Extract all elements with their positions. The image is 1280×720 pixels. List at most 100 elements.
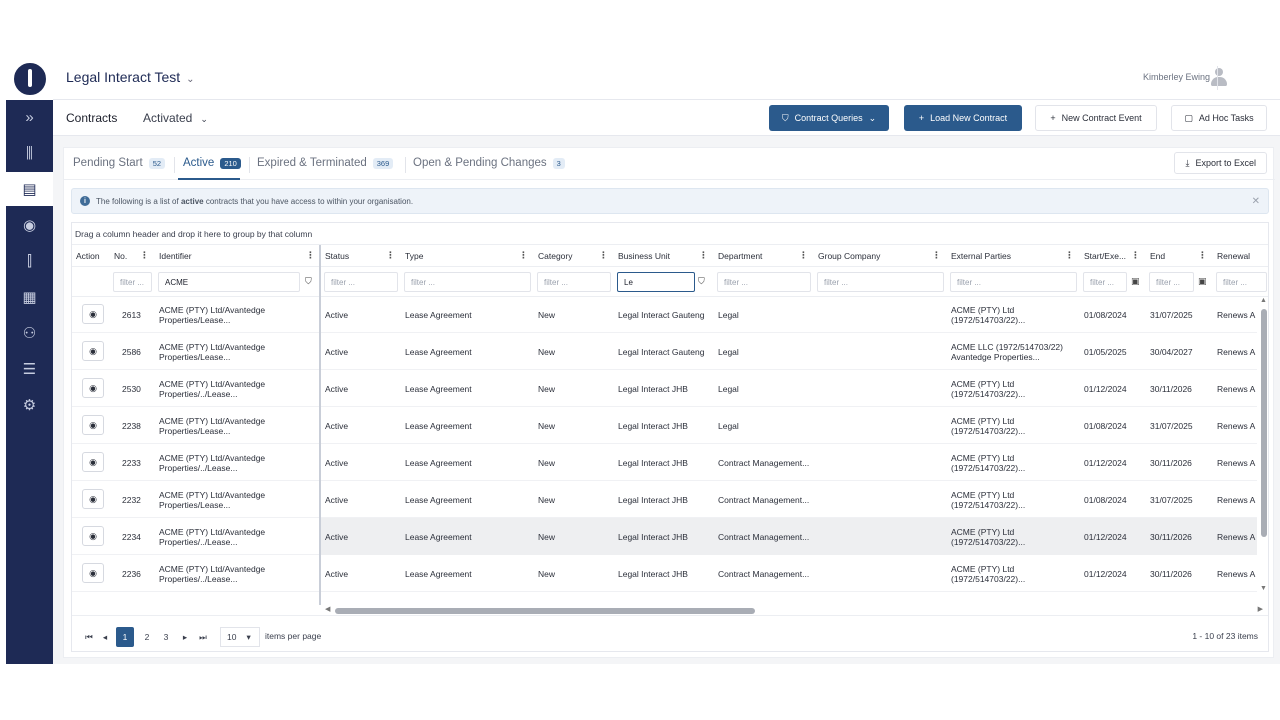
export-to-excel-button[interactable]: ⤓ Export to Excel xyxy=(1174,152,1267,174)
ad-hoc-tasks-button[interactable]: ▢ Ad Hoc Tasks xyxy=(1171,105,1267,131)
tab-pending-start[interactable]: Pending Start 52 xyxy=(73,157,166,169)
scroll-down-icon[interactable]: ▼ xyxy=(1260,585,1267,592)
column-menu-icon[interactable]: ⋮ xyxy=(932,250,941,261)
horizontal-scroll-thumb[interactable] xyxy=(335,608,755,614)
column-header-action[interactable]: Action xyxy=(72,245,110,267)
filter-input-category[interactable]: filter ... xyxy=(537,272,611,292)
filter-input-business-unit[interactable]: Le xyxy=(617,272,695,292)
scroll-left-icon[interactable]: ◀ xyxy=(325,605,330,613)
people-icon[interactable]: ⚇ xyxy=(6,316,53,350)
filter-input-start[interactable]: filter ... xyxy=(1083,272,1127,292)
list-icon[interactable]: ☰ xyxy=(6,352,53,386)
table-row[interactable]: ◉ 2232 ACME (PTY) Ltd/Avantedge Properties… xyxy=(72,481,1257,518)
view-eye-icon[interactable]: ◉ xyxy=(82,526,104,546)
column-menu-icon[interactable]: ⋮ xyxy=(699,250,708,261)
view-eye-icon[interactable]: ◉ xyxy=(82,452,104,472)
chevrons-right-icon[interactable]: » xyxy=(6,100,53,134)
filter-input-renewal[interactable]: filter ... xyxy=(1216,272,1267,292)
contract-queries-button[interactable]: ⛉ Contract Queries ⌄ xyxy=(769,105,889,131)
column-menu-icon[interactable]: ⋮ xyxy=(799,250,808,261)
table-row[interactable]: ◉ 2238 ACME (PTY) Ltd/Avantedge Properties… xyxy=(72,407,1257,444)
column-menu-icon[interactable]: ⋮ xyxy=(1131,250,1140,261)
settings-icon[interactable]: ⚙ xyxy=(6,388,53,422)
building-icon[interactable]: ⫿ xyxy=(6,244,53,278)
page-size-select[interactable]: 10 ▾ xyxy=(220,627,260,647)
column-header-renewal[interactable]: Renewal xyxy=(1213,245,1268,267)
column-header-start[interactable]: Start/Exe... ⋮ xyxy=(1080,245,1146,267)
table-row[interactable]: ◉ 2233 ACME (PTY) Ltd/Avantedge Properties… xyxy=(72,444,1257,481)
office-icon[interactable]: ▦ xyxy=(6,280,53,314)
stopwatch-icon[interactable]: ◉ xyxy=(6,208,53,242)
calendar-icon[interactable]: ▣ xyxy=(1131,276,1140,287)
cell-start: 01/12/2024 xyxy=(1084,383,1127,394)
tab-open-pending-changes[interactable]: Open & Pending Changes 3 xyxy=(413,157,565,169)
horizontal-scrollbar[interactable]: ◀ ▶ xyxy=(321,605,1263,615)
column-menu-icon[interactable]: ⋮ xyxy=(1065,250,1074,261)
column-header-status[interactable]: Status ⋮ xyxy=(321,245,401,267)
vertical-scroll-thumb[interactable] xyxy=(1261,309,1267,537)
tab-active[interactable]: Active 210 xyxy=(183,157,241,169)
filter-input-type[interactable]: filter ... xyxy=(404,272,531,292)
column-menu-icon[interactable]: ⋮ xyxy=(306,250,315,261)
view-eye-icon[interactable]: ◉ xyxy=(82,489,104,509)
column-menu-icon[interactable]: ⋮ xyxy=(519,250,528,261)
table-row[interactable]: ◉ 2234 ACME (PTY) Ltd/Avantedge Properties… xyxy=(72,518,1257,555)
column-header-identifier[interactable]: Identifier ⋮ xyxy=(155,245,321,267)
prev-page-icon[interactable]: ◂ xyxy=(96,627,114,647)
filter-input-external[interactable]: filter ... xyxy=(950,272,1077,292)
clear-filter-icon[interactable]: ⛉ xyxy=(305,276,312,287)
page-button[interactable]: 3 xyxy=(157,627,175,647)
view-eye-icon[interactable]: ◉ xyxy=(82,304,104,324)
group-by-drop-zone[interactable]: Drag a column header and drop it here to… xyxy=(72,223,1268,245)
column-header-department[interactable]: Department ⋮ xyxy=(714,245,814,267)
column-header-business-unit[interactable]: Business Unit ⋮ xyxy=(614,245,714,267)
column-header-group-company[interactable]: Group Company ⋮ xyxy=(814,245,947,267)
column-header-external[interactable]: External Parties ⋮ xyxy=(947,245,1080,267)
scroll-up-icon[interactable]: ▲ xyxy=(1260,297,1267,304)
column-header-type[interactable]: Type ⋮ xyxy=(401,245,534,267)
column-header-end[interactable]: End ⋮ xyxy=(1146,245,1213,267)
filter-input-end[interactable]: filter ... xyxy=(1149,272,1194,292)
load-new-contract-button[interactable]: + Load New Contract xyxy=(904,105,1022,131)
column-header-no[interactable]: No. ⋮ xyxy=(110,245,155,267)
filter-input-group-company[interactable]: filter ... xyxy=(817,272,944,292)
filter-input-status[interactable]: filter ... xyxy=(324,272,398,292)
view-eye-icon[interactable]: ◉ xyxy=(82,563,104,583)
tab-expired-terminated[interactable]: Expired & Terminated 369 xyxy=(257,157,394,169)
workspace-selector[interactable]: Legal Interact Test ⌄ xyxy=(66,69,195,85)
next-page-icon[interactable]: ▸ xyxy=(176,627,194,647)
table-row[interactable]: ◉ 2236 ACME (PTY) Ltd/Avantedge Properties… xyxy=(72,555,1257,592)
clear-filter-icon[interactable]: ⛉ xyxy=(698,276,705,287)
filter-input-department[interactable]: filter ... xyxy=(717,272,811,292)
cell-department: Contract Management... xyxy=(718,494,810,505)
view-eye-icon[interactable]: ◉ xyxy=(82,378,104,398)
user-name[interactable]: Kimberley Ewing xyxy=(1143,72,1210,82)
view-eye-icon[interactable]: ◉ xyxy=(82,341,104,361)
column-menu-icon[interactable]: ⋮ xyxy=(599,250,608,261)
app-logo[interactable] xyxy=(11,60,49,98)
column-header-category[interactable]: Category ⋮ xyxy=(534,245,614,267)
documents-icon[interactable]: ▤ xyxy=(6,172,53,206)
table-row[interactable]: ◉ 2586 ACME (PTY) Ltd/Avantedge Properties… xyxy=(72,333,1257,370)
page-button[interactable]: 2 xyxy=(138,627,156,647)
column-menu-icon[interactable]: ⋮ xyxy=(140,250,149,261)
close-icon[interactable]: ✕ xyxy=(1252,196,1260,207)
chart-icon[interactable]: ⫼ xyxy=(6,136,53,170)
info-text-suffix: contracts that you have access to within… xyxy=(203,196,414,206)
view-selector[interactable]: Activated ⌄ xyxy=(143,111,208,125)
column-menu-icon[interactable]: ⋮ xyxy=(1198,250,1207,261)
user-avatar-icon[interactable] xyxy=(1210,68,1228,86)
filter-input-identifier[interactable]: ACME xyxy=(158,272,300,292)
new-contract-event-button[interactable]: + New Contract Event xyxy=(1035,105,1157,131)
scroll-right-icon[interactable]: ▶ xyxy=(1258,605,1263,613)
last-page-icon[interactable]: ⏭ xyxy=(194,627,212,647)
table-row[interactable]: ◉ 2530 ACME (PTY) Ltd/Avantedge Properties… xyxy=(72,370,1257,407)
table-row[interactable]: ◉ 2613 ACME (PTY) Ltd/Avantedge Properties… xyxy=(72,297,1257,333)
view-eye-icon[interactable]: ◉ xyxy=(82,415,104,435)
vertical-scrollbar[interactable]: ▲ ▼ xyxy=(1259,297,1268,605)
filter-input-no[interactable]: filter ... xyxy=(113,272,152,292)
page-button[interactable]: 1 xyxy=(116,627,134,647)
column-menu-icon[interactable]: ⋮ xyxy=(386,250,395,261)
calendar-icon[interactable]: ▣ xyxy=(1198,276,1207,287)
frozen-column-divider[interactable] xyxy=(319,245,321,605)
